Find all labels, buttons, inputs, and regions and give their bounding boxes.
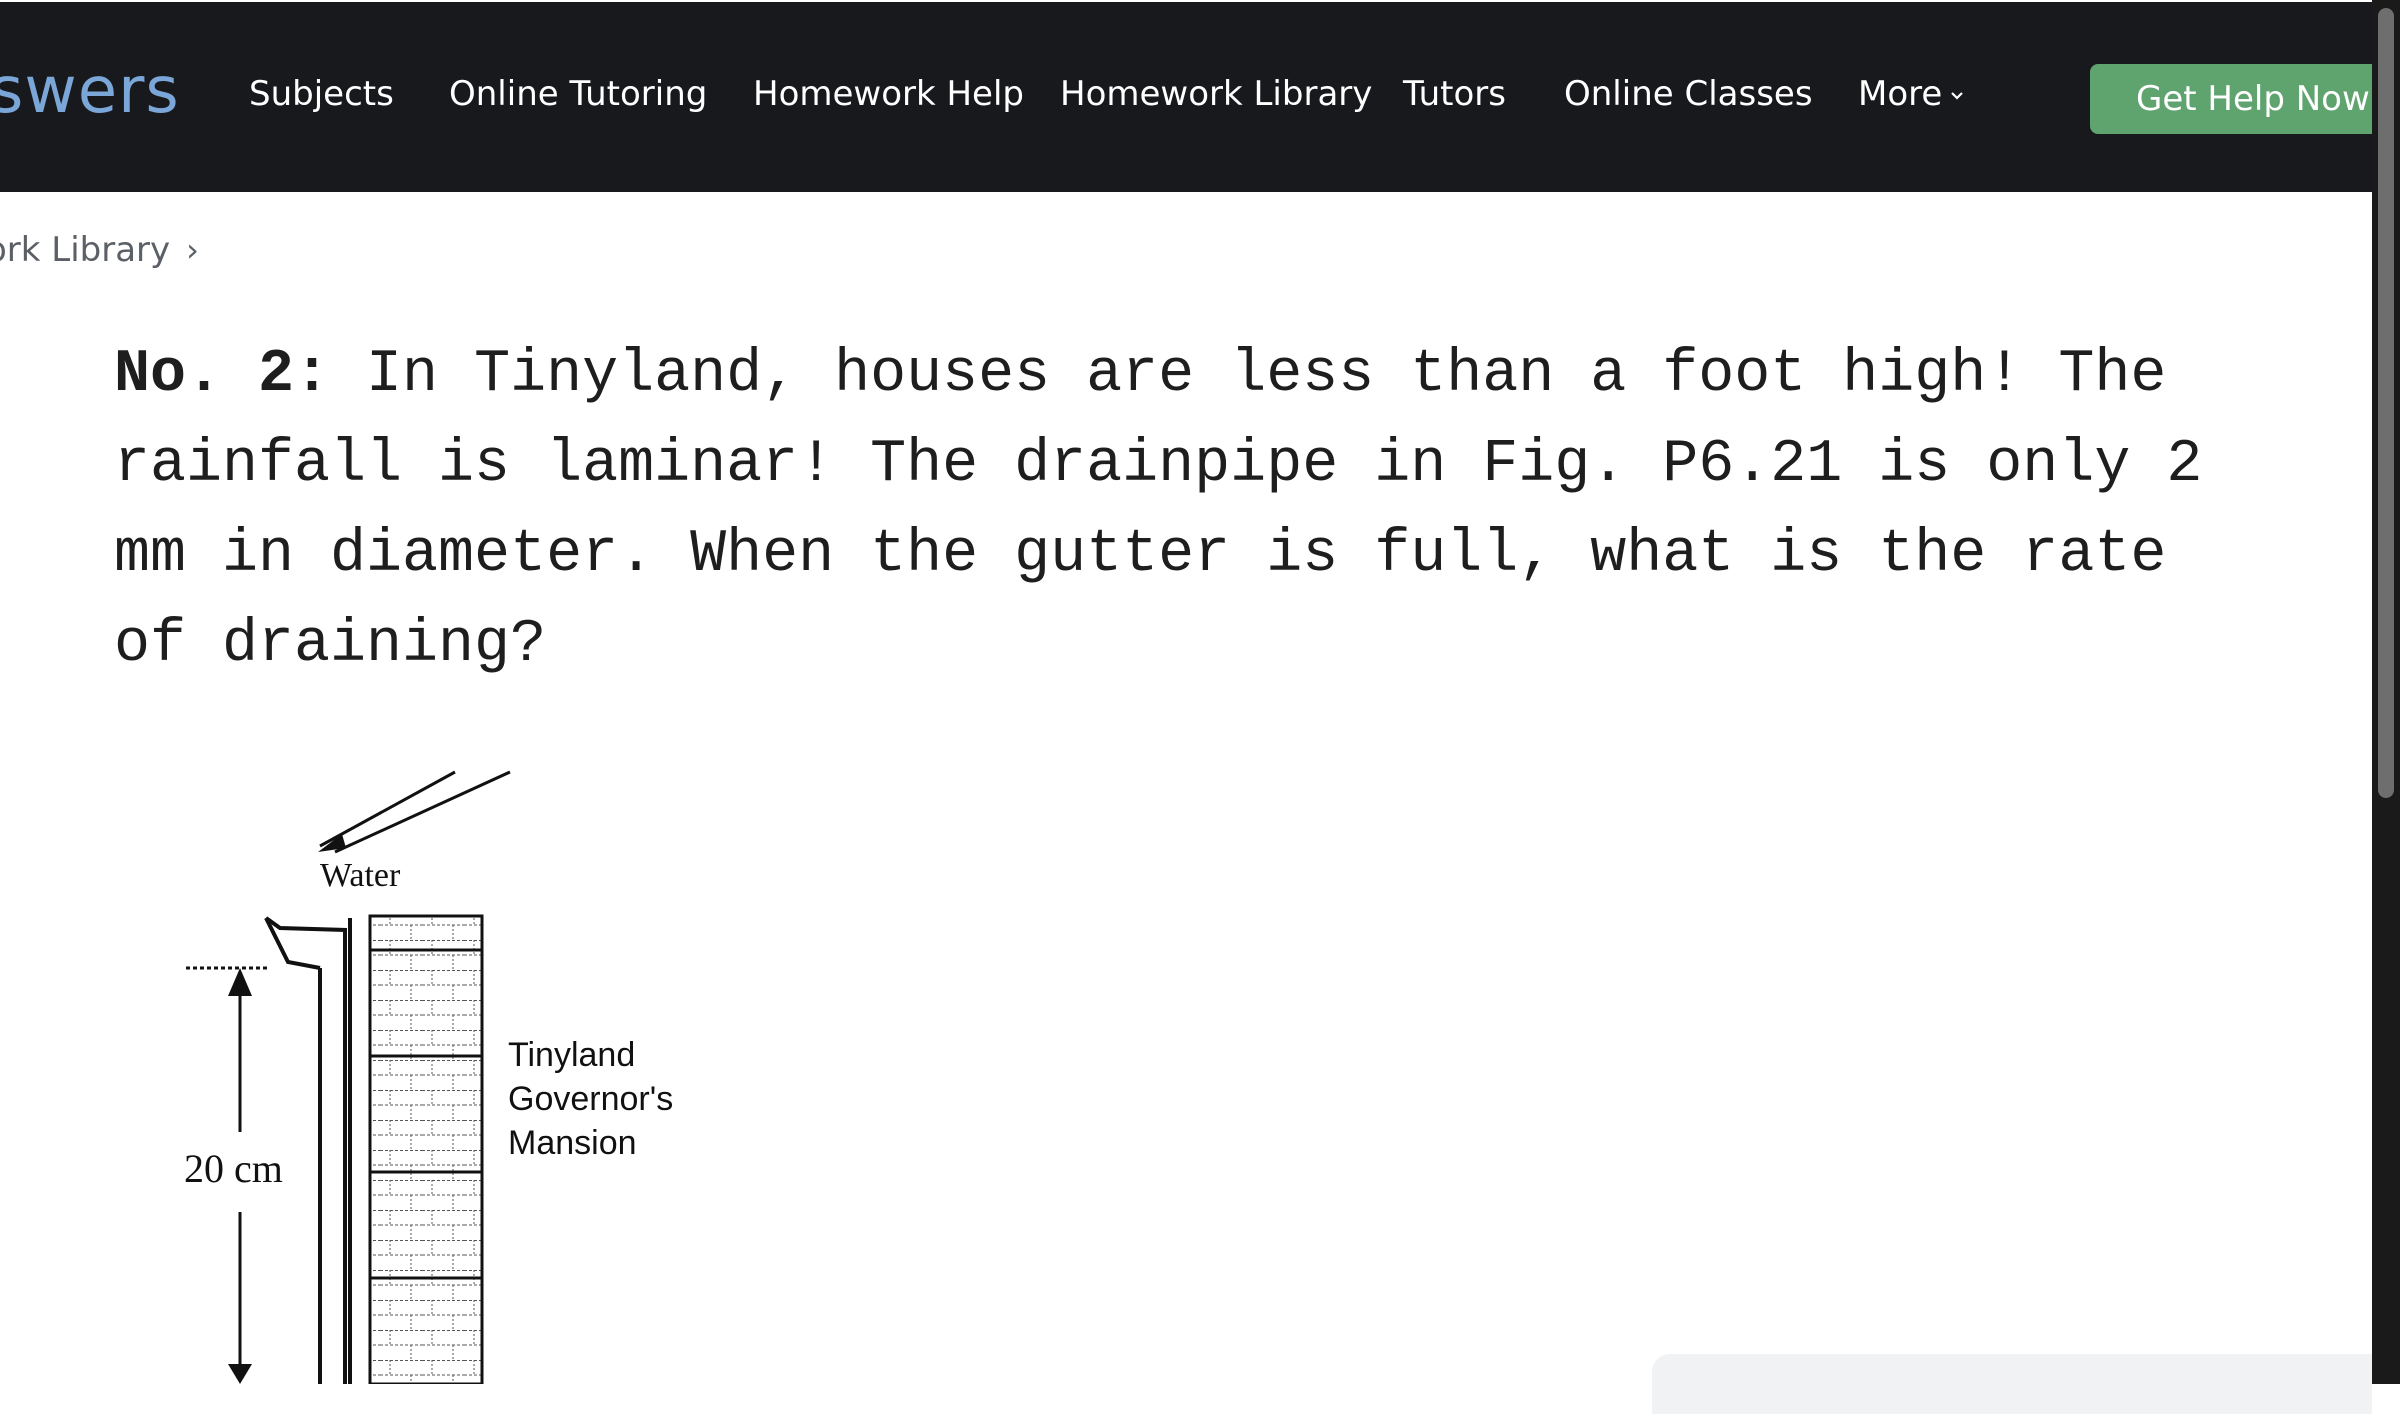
page-scrollbar[interactable] — [2372, 0, 2400, 1384]
dimension-arrow-up — [228, 968, 252, 996]
height-label: 20 cm — [184, 1146, 283, 1191]
top-navbar: swers Subjects Online Tutoring Homework … — [0, 0, 2372, 192]
breadcrumb-homework-library[interactable]: ork Library — [0, 230, 170, 270]
nav-tutors[interactable]: Tutors — [1403, 74, 1506, 114]
nav-homework-help[interactable]: Homework Help — [753, 74, 1024, 114]
question-text: No. 2: In Tinyland, houses are less than… — [114, 330, 2234, 690]
chevron-down-icon — [1951, 91, 1964, 100]
house-label-line-2: Governor's — [508, 1080, 673, 1118]
get-help-now-button[interactable]: Get Help Now — [2090, 64, 2372, 134]
nav-online-tutoring[interactable]: Online Tutoring — [449, 74, 707, 114]
dimension-arrow-down — [228, 1364, 252, 1384]
house-label-line-1: Tinyland — [508, 1036, 635, 1074]
rain-arrow — [334, 770, 511, 854]
site-logo[interactable]: swers — [0, 54, 180, 128]
question-number: No. 2: — [114, 341, 331, 409]
drainpipe-figure: Water 20 cm Tinyland Governor's Mansion — [184, 770, 673, 1384]
rain-arrow — [319, 770, 456, 848]
breadcrumb-separator-icon: › — [186, 231, 199, 269]
nav-more-label: More — [1858, 74, 1943, 114]
question-body: In Tinyland, houses are less than a foot… — [114, 341, 2203, 679]
nav-subjects[interactable]: Subjects — [249, 74, 394, 114]
house-label-line-3: Mansion — [508, 1124, 637, 1162]
bottom-panel — [1652, 1354, 2372, 1414]
water-label: Water — [320, 857, 401, 894]
brick-wall — [368, 914, 484, 1384]
scrollbar-thumb[interactable] — [2378, 8, 2394, 798]
nav-online-classes[interactable]: Online Classes — [1564, 74, 1813, 114]
breadcrumb: ork Library › — [0, 230, 199, 270]
nav-homework-library[interactable]: Homework Library — [1060, 74, 1372, 114]
nav-more[interactable]: More — [1858, 74, 1964, 114]
